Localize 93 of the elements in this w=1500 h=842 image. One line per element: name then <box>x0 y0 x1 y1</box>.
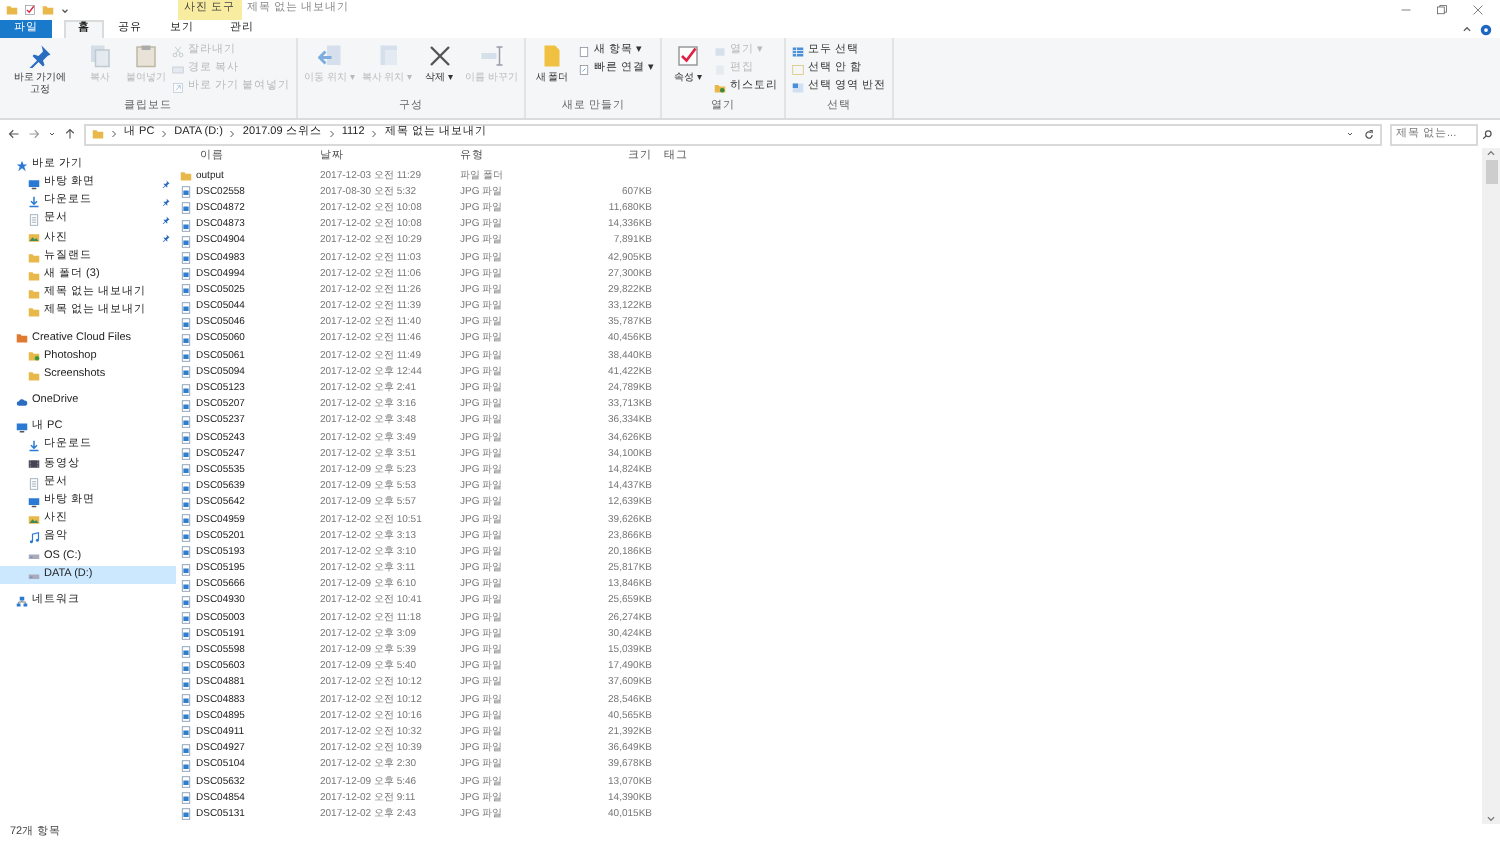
image-file-icon <box>180 514 192 527</box>
image-file-icon <box>180 284 192 297</box>
search-icon <box>1482 129 1492 139</box>
document-icon <box>28 477 40 490</box>
image-file-icon <box>180 661 192 674</box>
cloud-icon <box>16 395 28 408</box>
clipboard-icon <box>134 44 158 68</box>
picture-icon <box>28 513 40 526</box>
history-icon <box>714 81 727 93</box>
image-file-icon <box>180 726 192 739</box>
image-file-icon <box>180 366 192 379</box>
image-file-icon <box>180 301 192 314</box>
image-file-icon <box>180 481 192 494</box>
pin-icon <box>28 44 52 68</box>
image-file-icon <box>180 415 192 428</box>
desktop-icon <box>28 495 40 508</box>
film-icon <box>28 458 40 471</box>
image-file-icon <box>180 595 192 608</box>
new-item-icon <box>578 45 591 57</box>
image-file-icon <box>180 252 192 265</box>
caret-icon <box>60 5 70 15</box>
refresh-icon <box>1364 129 1374 139</box>
back-arrow-icon <box>8 128 20 140</box>
star-icon <box>16 159 28 172</box>
image-file-icon <box>180 530 192 543</box>
picture-icon <box>28 232 40 245</box>
restore-icon <box>1436 4 1448 16</box>
image-file-icon <box>180 399 192 412</box>
select-all-icon <box>792 45 805 57</box>
folder-icon <box>28 369 40 382</box>
up-arrow-icon <box>64 128 76 140</box>
folder-icon <box>6 4 18 16</box>
folder-icon <box>92 128 104 140</box>
shortcut-icon <box>172 81 184 93</box>
desktop-icon <box>28 177 40 190</box>
image-file-icon <box>180 579 192 592</box>
image-file-icon <box>180 546 192 559</box>
scissors-icon <box>172 45 184 57</box>
link-icon <box>578 63 591 75</box>
folder-icon <box>42 4 54 16</box>
image-file-icon <box>180 448 192 461</box>
checkmark-icon <box>676 44 701 68</box>
image-file-icon <box>180 776 192 789</box>
image-file-icon <box>180 645 192 658</box>
delete-icon <box>427 44 452 68</box>
invert-selection-icon <box>792 81 805 93</box>
chevron-up-icon <box>1462 24 1472 34</box>
image-file-icon <box>180 235 192 248</box>
image-file-icon <box>180 612 192 625</box>
image-file-icon <box>180 333 192 346</box>
close-icon <box>1472 4 1484 16</box>
image-file-icon <box>180 268 192 281</box>
drive-icon <box>28 550 40 563</box>
image-file-icon <box>180 186 192 199</box>
image-file-icon <box>180 497 192 510</box>
scroll-down-icon <box>1486 814 1496 824</box>
forward-arrow-icon <box>28 128 40 140</box>
image-file-icon <box>180 317 192 330</box>
computer-icon <box>16 422 28 435</box>
image-file-icon <box>180 350 192 363</box>
network-icon <box>16 595 28 608</box>
folder-icon <box>28 350 40 363</box>
image-file-icon <box>180 383 192 396</box>
minimize-icon <box>1400 4 1412 16</box>
image-file-icon <box>180 743 192 756</box>
chevron-right-icon <box>110 130 118 138</box>
folder-icon <box>540 44 565 68</box>
cloud-folder-icon <box>16 332 28 345</box>
scroll-up-icon <box>1486 148 1496 158</box>
document-icon <box>28 214 40 227</box>
image-file-icon <box>180 219 192 232</box>
scrollbar-thumb[interactable] <box>1485 160 1497 184</box>
download-icon <box>28 195 40 208</box>
image-file-icon <box>180 694 192 707</box>
image-file-icon <box>180 464 192 477</box>
image-file-icon <box>180 563 192 576</box>
image-file-icon <box>180 808 192 821</box>
download-icon <box>28 440 40 453</box>
select-none-icon <box>792 63 805 75</box>
checkmark-icon <box>24 4 36 16</box>
image-file-icon <box>180 677 192 690</box>
move-icon <box>317 44 342 68</box>
image-file-icon <box>180 759 192 772</box>
rename-icon <box>479 44 504 68</box>
image-file-icon <box>180 628 192 641</box>
image-file-icon <box>180 432 192 445</box>
image-file-icon <box>180 792 192 805</box>
music-note-icon <box>28 532 40 545</box>
image-file-icon <box>180 202 192 215</box>
copy-to-icon <box>375 44 400 68</box>
image-file-icon <box>180 710 192 723</box>
copy-icon <box>88 44 112 68</box>
folder-icon <box>180 170 192 183</box>
